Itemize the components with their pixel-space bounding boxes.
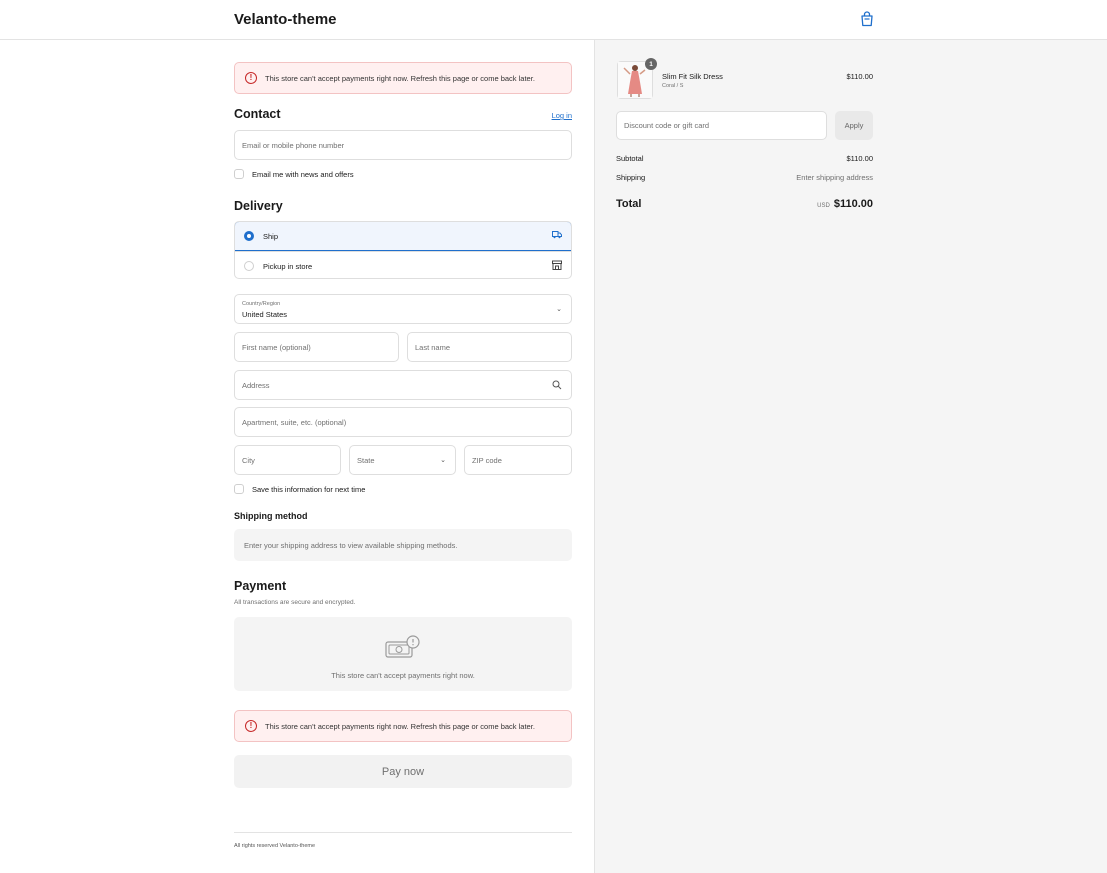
country-select[interactable]: Country/Region United States ⌄ (234, 294, 572, 324)
payment-title: Payment (234, 579, 287, 593)
total-label: Total (616, 198, 642, 210)
checkbox-box[interactable] (234, 169, 244, 179)
payment-subtitle: All transactions are secure and encrypte… (234, 599, 356, 606)
shipping-method-title: Shipping method (234, 511, 308, 521)
order-summary-panel (594, 40, 1107, 873)
state-select[interactable]: State ⌄ (349, 445, 456, 475)
subtotal-value: $110.00 (846, 154, 873, 163)
brand-logo[interactable]: Velanto-theme (234, 11, 337, 28)
save-info-label: Save this information for next time (252, 484, 366, 494)
payment-unavailable-text: This store can't accept payments right n… (331, 671, 475, 680)
email-field[interactable]: Email or mobile phone number (234, 130, 572, 160)
radio-button[interactable] (244, 231, 254, 241)
subtotal-label: Subtotal (616, 154, 644, 163)
pay-now-button[interactable]: Pay now (234, 755, 572, 788)
checkbox-box[interactable] (234, 484, 244, 494)
chevron-down-icon: ⌄ (556, 306, 562, 313)
zip-field[interactable]: ZIP code (464, 445, 572, 475)
delivery-options: Ship Pickup in store (234, 221, 572, 279)
product-name: Slim Fit Silk Dress (662, 72, 723, 81)
shipping-method-placeholder: Enter your shipping address to view avai… (234, 529, 572, 561)
delivery-title: Delivery (234, 199, 283, 213)
news-checkbox[interactable]: Email me with news and offers (234, 169, 354, 179)
product-variant: Coral / S (662, 83, 684, 89)
address-field[interactable]: Address (234, 370, 572, 400)
footer-text: All rights reserved Velanto-theme (234, 843, 316, 849)
last-name-field[interactable]: Last name (407, 332, 572, 362)
payment-error-alert: ! This store can't accept payments right… (234, 62, 572, 94)
city-field[interactable]: City (234, 445, 341, 475)
country-label: Country/Region (242, 301, 281, 307)
option-label: Ship (263, 231, 279, 241)
save-info-checkbox[interactable]: Save this information for next time (234, 484, 365, 494)
shopping-bag-icon[interactable] (860, 11, 874, 27)
alert-message: This store can't accept payments right n… (265, 721, 535, 731)
header: Velanto-theme (0, 0, 1107, 40)
delivery-option-ship[interactable]: Ship (235, 222, 571, 251)
footer-divider (234, 832, 572, 833)
truck-icon (552, 231, 562, 239)
payment-unavailable-box: This store can't accept payments right n… (234, 617, 572, 691)
currency-code: USD (817, 203, 830, 209)
chevron-down-icon: ⌄ (440, 457, 446, 464)
discount-input[interactable]: Discount code or gift card (616, 111, 827, 140)
news-label: Email me with news and offers (252, 169, 354, 179)
delivery-option-pickup[interactable]: Pickup in store (235, 251, 571, 278)
quantity-badge: 1 (645, 58, 657, 70)
address-placeholder: Address (242, 380, 270, 390)
country-value: United States (242, 310, 288, 319)
total-amount: USD $110.00 (817, 198, 873, 210)
cash-warning-icon (385, 635, 420, 658)
radio-button[interactable] (244, 261, 254, 271)
store-icon (552, 260, 562, 270)
login-link[interactable]: Log in (552, 111, 572, 120)
product-price: $110.00 (846, 72, 873, 81)
first-name-field[interactable]: First name (optional) (234, 332, 399, 362)
payment-error-alert-bottom: ! This store can't accept payments right… (234, 710, 572, 742)
search-icon[interactable] (552, 380, 562, 390)
apartment-field[interactable]: Apartment, suite, etc. (optional) (234, 407, 572, 437)
alert-message: This store can't accept payments right n… (265, 73, 535, 83)
total-value: $110.00 (833, 198, 873, 210)
shipping-label: Shipping (616, 173, 646, 182)
option-label: Pickup in store (263, 261, 313, 271)
alert-icon: ! (245, 72, 257, 84)
contact-title: Contact (234, 107, 281, 121)
state-placeholder: State (357, 455, 375, 465)
alert-icon: ! (245, 720, 257, 732)
apply-button[interactable]: Apply (835, 111, 873, 140)
shipping-value: Enter shipping address (796, 173, 873, 182)
